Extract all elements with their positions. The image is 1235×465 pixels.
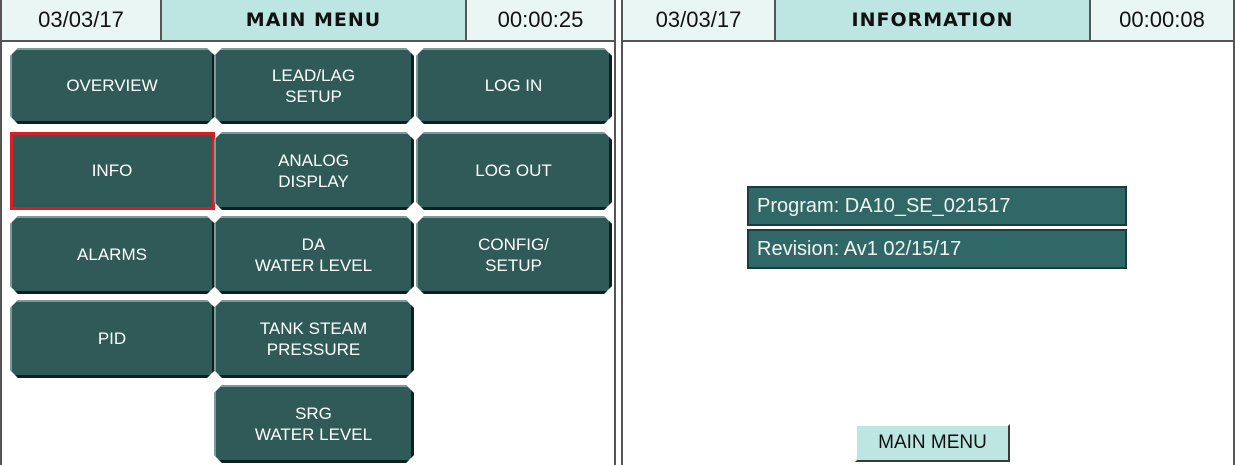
da-water-level-button[interactable]: DA WATER LEVEL — [214, 216, 414, 294]
analog-display-button[interactable]: ANALOG DISPLAY — [214, 132, 414, 210]
srg-water-level-button[interactable]: SRG WATER LEVEL — [214, 385, 414, 463]
revision-readout: Revision: Av1 02/15/17 — [747, 229, 1127, 269]
tank-steam-pressure-button[interactable]: TANK STEAM PRESSURE — [214, 300, 414, 378]
header-time: 00:00:25 — [467, 0, 614, 40]
pid-button[interactable]: PID — [10, 300, 215, 378]
alarms-button[interactable]: ALARMS — [10, 216, 215, 294]
program-readout: Program: DA10_SE_021517 — [747, 186, 1127, 226]
information-header: 03/03/17 INFORMATION 00:00:08 — [623, 0, 1233, 42]
header-title: MAIN MENU — [162, 0, 467, 40]
config-setup-button[interactable]: CONFIG/ SETUP — [416, 216, 612, 294]
info-button[interactable]: INFO — [10, 132, 215, 210]
log-in-button[interactable]: LOG IN — [416, 48, 612, 124]
header-title: INFORMATION — [776, 0, 1091, 40]
header-time: 00:00:08 — [1091, 0, 1233, 40]
main-menu-header: 03/03/17 MAIN MENU 00:00:25 — [2, 0, 614, 42]
main-menu-button[interactable]: MAIN MENU — [855, 424, 1010, 462]
information-screen: 03/03/17 INFORMATION 00:00:08 Program: D… — [621, 0, 1235, 465]
header-date: 03/03/17 — [623, 0, 776, 40]
lead-lag-setup-button[interactable]: LEAD/LAG SETUP — [214, 48, 414, 124]
log-out-button[interactable]: LOG OUT — [416, 132, 612, 210]
main-menu-screen: 03/03/17 MAIN MENU 00:00:25 OVERVIEW LEA… — [0, 0, 616, 465]
overview-button[interactable]: OVERVIEW — [10, 48, 215, 124]
header-date: 03/03/17 — [2, 0, 162, 40]
